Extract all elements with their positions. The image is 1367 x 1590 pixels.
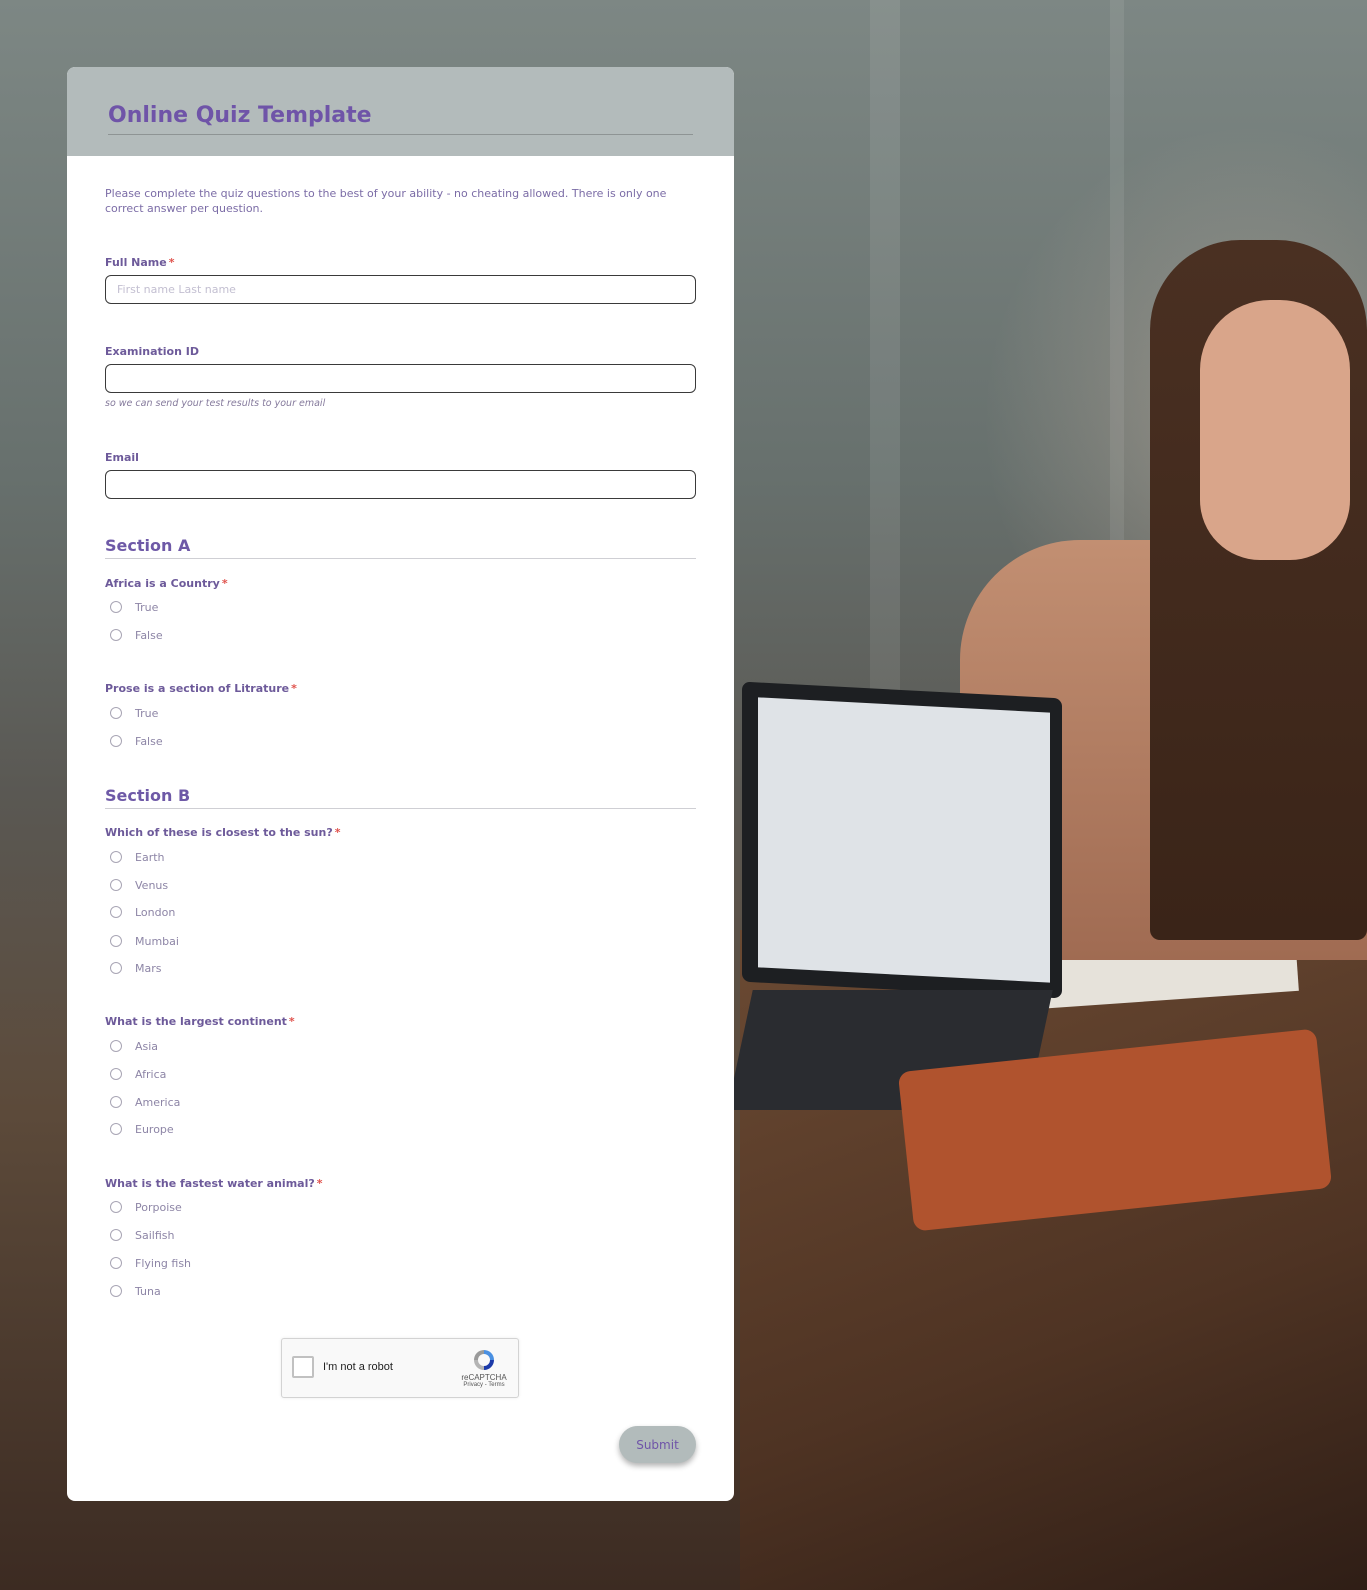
radio-option[interactable]: True [110,599,158,615]
recaptcha-icon [474,1350,494,1370]
option-label: Earth [135,850,165,864]
radio-button[interactable] [110,1257,122,1269]
radio-option[interactable]: Tuna [110,1283,161,1299]
radio-button[interactable] [110,1123,122,1135]
required-marker: * [334,826,341,839]
form-body: Please complete the quiz questions to th… [105,156,696,1501]
radio-button[interactable] [110,1201,122,1213]
section-a-title: Section A [105,536,191,555]
option-label: Europe [135,1122,174,1136]
option-label: Porpoise [135,1200,182,1214]
option-label: False [135,734,163,748]
question-text: What is the largest continent [105,1015,287,1028]
section-b-divider [105,808,696,809]
section-b-title: Section B [105,786,191,805]
radio-option[interactable]: Flying fish [110,1255,191,1271]
required-marker: * [316,1177,323,1190]
required-marker: * [168,256,175,269]
email-input[interactable] [105,470,696,499]
radio-button[interactable] [110,1229,122,1241]
radio-option[interactable]: Venus [110,877,168,893]
option-label: True [135,600,159,614]
radio-option[interactable]: Mars [110,960,162,976]
radio-button[interactable] [110,735,122,747]
radio-option[interactable]: Porpoise [110,1199,182,1215]
recaptcha-label: I'm not a robot [323,1361,393,1373]
radio-button[interactable] [110,1096,122,1108]
radio-button[interactable] [110,1285,122,1297]
question-text: What is the fastest water animal? [105,1177,315,1190]
option-label: Sailfish [135,1228,175,1242]
title-divider [108,134,693,135]
radio-button[interactable] [110,906,122,918]
recaptcha-brand: reCAPTCHA [461,1373,507,1382]
radio-button[interactable] [110,962,122,974]
question-label: Africa is a Country * [105,577,228,590]
radio-button[interactable] [110,1040,122,1052]
full-name-label-text: Full Name [105,256,167,269]
radio-option[interactable]: False [110,733,163,749]
radio-option[interactable]: True [110,705,158,721]
radio-option[interactable]: False [110,627,163,643]
exam-id-label: Examination ID [105,345,199,358]
radio-option[interactable]: Mumbai [110,933,179,949]
question-text: Prose is a section of Litrature [105,682,290,695]
radio-button[interactable] [110,851,122,863]
option-label: Venus [135,878,169,892]
form-intro: Please complete the quiz questions to th… [105,187,667,215]
option-label: Mumbai [135,934,179,948]
option-label: Asia [135,1039,159,1053]
form-card: Online Quiz Template Please complete the… [67,67,734,1501]
recaptcha-links[interactable]: Privacy - Terms [460,1382,508,1388]
submit-button[interactable]: Submit [619,1426,696,1463]
recaptcha-widget: I'm not a robot reCAPTCHA Privacy - Term… [281,1338,519,1398]
required-marker: * [291,682,297,695]
radio-option[interactable]: Asia [110,1038,158,1054]
required-marker: * [288,1015,295,1028]
radio-option[interactable]: London [110,904,175,920]
option-label: America [135,1095,181,1109]
required-marker: * [221,577,228,590]
question-label: Prose is a section of Litrature * [105,682,297,695]
recaptcha-logo: reCAPTCHA Privacy - Terms [460,1347,508,1388]
question-label: Which of these is closest to the sun? * [105,826,341,839]
radio-option[interactable]: Africa [110,1066,166,1082]
radio-button[interactable] [110,935,122,947]
exam-id-input[interactable] [105,364,696,393]
option-label: True [135,706,159,720]
radio-button[interactable] [110,601,122,613]
section-a-divider [105,558,696,559]
radio-option[interactable]: Sailfish [110,1227,174,1243]
option-label: Flying fish [135,1256,192,1270]
recaptcha-checkbox[interactable] [292,1356,314,1378]
full-name-label: Full Name * [105,256,175,269]
question-label: What is the fastest water animal? * [105,1177,323,1190]
option-label: Tuna [135,1284,161,1298]
radio-option[interactable]: Europe [110,1121,174,1137]
option-label: Africa [135,1067,167,1081]
question-text: Which of these is closest to the sun? [105,826,333,839]
radio-button[interactable] [110,629,122,641]
radio-button[interactable] [110,707,122,719]
radio-button[interactable] [110,1068,122,1080]
question-label: What is the largest continent * [105,1015,295,1028]
option-label: London [135,905,176,919]
email-label: Email [105,451,139,464]
form-title: Online Quiz Template [108,103,372,128]
option-label: Mars [135,961,162,975]
exam-id-hint: so we can send your test results to your… [105,398,326,409]
radio-option[interactable]: Earth [110,849,165,865]
form-header: Online Quiz Template [67,67,734,156]
radio-option[interactable]: America [110,1094,180,1110]
option-label: False [135,628,163,642]
question-text: Africa is a Country [105,577,220,590]
full-name-input[interactable] [105,275,696,304]
radio-button[interactable] [110,879,122,891]
